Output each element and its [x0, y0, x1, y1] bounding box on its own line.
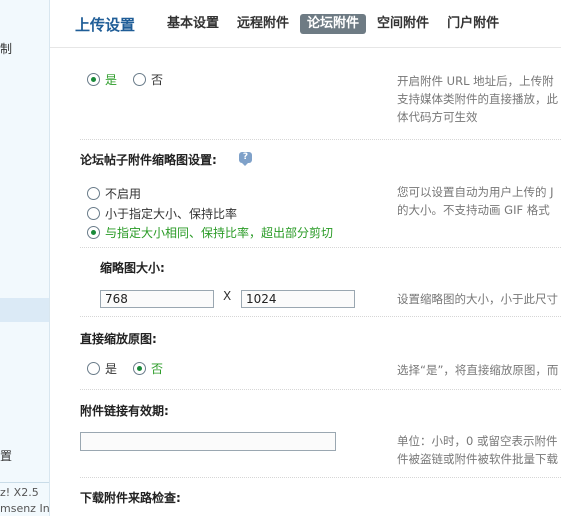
thumb-mode-desc-line: 您可以设置自动为用户上传的 J: [397, 185, 554, 199]
thumb-mode-label: 论坛帖子附件缩略图设置:: [80, 153, 217, 167]
radio-checked-icon[interactable]: [133, 362, 146, 375]
settings-form: 是 否 开启附件 URL 地址后，上传附 支持媒体类附件的直接播放，此 体代码方…: [80, 0, 561, 516]
sidebar-footer-version: z! X2.5: [0, 486, 39, 499]
thumb-mode-option-keep-ratio[interactable]: 小于指定大小、保持比率: [87, 205, 237, 222]
thumb-height-input[interactable]: [241, 290, 355, 308]
thumb-mode-description: 您可以设置自动为用户上传的 J 的大小。不支持动画 GIF 格式: [397, 183, 554, 219]
row-divider: [80, 247, 561, 248]
thumb-mode-keep-ratio-label: 小于指定大小、保持比率: [105, 207, 238, 221]
link-expire-desc-line: 件被盗链或附件被软件批量下载: [397, 452, 558, 466]
link-expire-description: 单位：小时，0 或留空表示附件 件被盗链或附件被软件批量下载: [397, 432, 558, 468]
row-divider: [80, 389, 561, 390]
radio-checked-icon[interactable]: [87, 73, 100, 86]
link-expire-input[interactable]: [80, 432, 336, 451]
direct-zoom-description: 选择“是”，将直接缩放原图，而: [397, 363, 559, 377]
thumb-mode-option-crop[interactable]: 与指定大小相同、保持比率，超出部分剪切: [87, 224, 333, 241]
thumb-size-label: 缩略图大小:: [100, 261, 165, 275]
tab-bar: 基本设置 远程附件 论坛附件 空间附件 门户附件: [160, 14, 506, 34]
sidebar-item-top[interactable]: 制: [0, 40, 12, 57]
media-no-label: 否: [151, 73, 164, 87]
thumb-mode-desc-line: 的大小。不支持动画 GIF 格式: [397, 203, 550, 217]
tab-remote-attachments[interactable]: 远程附件: [230, 14, 296, 34]
tab-forum-attachments[interactable]: 论坛附件: [300, 14, 367, 34]
direct-zoom-no-option[interactable]: 否: [133, 360, 163, 377]
radio-unchecked-icon[interactable]: [87, 187, 100, 200]
sidebar-item-active[interactable]: [0, 298, 49, 322]
media-yes-label: 是: [105, 73, 118, 87]
thumb-mode-option-off[interactable]: 不启用: [87, 185, 141, 202]
media-description: 开启附件 URL 地址后，上传附 支持媒体类附件的直接播放，此 体代码方可生效: [397, 72, 558, 126]
thumb-size-description: 设置缩略图的大小，小于此尺寸: [397, 292, 558, 306]
thumb-mode-off-label: 不启用: [105, 187, 142, 201]
media-yes-option[interactable]: 是: [87, 71, 117, 88]
referer-check-label: 下载附件来路检查:: [80, 491, 181, 505]
page-title: 上传设置: [75, 16, 136, 34]
link-expire-label: 附件链接有效期:: [80, 404, 169, 418]
sidebar: 制 置 z! X2.5 msenz Inc.: [0, 0, 50, 516]
direct-zoom-no-label: 否: [151, 362, 164, 376]
direct-zoom-yes-option[interactable]: 是: [87, 360, 117, 377]
direct-zoom-yes-label: 是: [105, 362, 118, 376]
link-expire-desc-line: 单位：小时，0 或留空表示附件: [397, 434, 558, 448]
thumb-width-input[interactable]: [100, 290, 214, 308]
radio-unchecked-icon[interactable]: [133, 73, 146, 86]
tab-portal-attachments[interactable]: 门户附件: [440, 14, 506, 34]
sidebar-item-bottom[interactable]: 置: [0, 447, 12, 464]
radio-unchecked-icon[interactable]: [87, 362, 100, 375]
size-separator: X: [223, 289, 232, 303]
row-divider: [80, 477, 561, 478]
main-panel: 是 否 开启附件 URL 地址后，上传附 支持媒体类附件的直接播放，此 体代码方…: [50, 0, 561, 516]
media-no-option[interactable]: 否: [133, 71, 163, 88]
sidebar-footer-copyright: msenz Inc.: [0, 502, 50, 515]
thumb-mode-crop-label: 与指定大小相同、保持比率，超出部分剪切: [105, 226, 334, 240]
sidebar-divider: [0, 482, 49, 483]
direct-zoom-label: 直接缩放原图:: [80, 332, 157, 346]
tab-space-attachments[interactable]: 空间附件: [370, 14, 436, 34]
row-divider: [80, 139, 561, 140]
media-desc-line: 开启附件 URL 地址后，上传附: [397, 74, 554, 88]
help-icon[interactable]: ?: [239, 152, 252, 166]
radio-unchecked-icon[interactable]: [87, 207, 100, 220]
media-desc-line: 体代码方可生效: [397, 110, 478, 124]
row-divider: [80, 316, 561, 317]
page-header: 上传设置 基本设置 远程附件 论坛附件 空间附件 门户附件: [50, 0, 561, 48]
radio-checked-icon[interactable]: [87, 226, 100, 239]
tab-basic-settings[interactable]: 基本设置: [160, 14, 226, 34]
media-desc-line: 支持媒体类附件的直接播放，此: [397, 92, 558, 106]
